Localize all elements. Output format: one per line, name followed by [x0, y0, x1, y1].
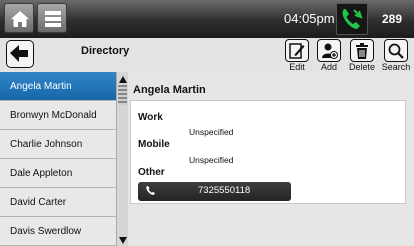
- list-item[interactable]: Charlie Johnson: [0, 130, 116, 159]
- scroll-up-icon[interactable]: [119, 76, 127, 83]
- status-bar: 04:05pm 289: [0, 0, 414, 38]
- mobile-label: Mobile: [138, 139, 170, 150]
- work-value: Unspecified: [189, 127, 234, 137]
- list-item[interactable]: Davis Swerdlow: [0, 217, 116, 246]
- trash-icon: [350, 39, 374, 62]
- phone-number: 7325550118: [198, 185, 251, 196]
- edit-icon: [285, 39, 309, 62]
- page-title: Directory: [81, 45, 130, 57]
- contact-detail-card: Work Unspecified Mobile Unspecified Othe…: [130, 100, 406, 204]
- home-button[interactable]: [4, 3, 34, 33]
- list-item[interactable]: Angela Martin: [0, 72, 116, 101]
- menu-button[interactable]: [37, 3, 67, 33]
- list-item[interactable]: Dale Appleton: [0, 159, 116, 188]
- status-count: 289: [382, 12, 403, 26]
- menu-icon: [45, 11, 61, 27]
- add-user-icon: [317, 39, 341, 62]
- contact-list: Angela Martin Bronwyn McDonald Charlie J…: [0, 72, 116, 246]
- work-label: Work: [138, 112, 163, 123]
- search-icon: [384, 39, 408, 62]
- dial-number-button[interactable]: 7325550118: [138, 182, 291, 201]
- other-label: Other: [138, 167, 165, 178]
- home-icon: [11, 11, 29, 27]
- contact-name: Angela Martin: [133, 84, 206, 96]
- mobile-value: Unspecified: [189, 155, 234, 165]
- back-arrow-icon: [10, 45, 28, 62]
- clock: 04:05pm: [284, 11, 335, 26]
- search-label: Search: [381, 62, 411, 72]
- back-button[interactable]: [6, 40, 34, 68]
- call-button[interactable]: [336, 3, 368, 35]
- list-item[interactable]: Bronwyn McDonald: [0, 101, 116, 130]
- phone-icon: [342, 9, 363, 29]
- directory-header: Directory Edit Add Delete Search: [0, 38, 414, 72]
- phone-icon: [145, 185, 156, 199]
- scroll-thumb[interactable]: [118, 85, 127, 105]
- scroll-down-icon[interactable]: [119, 237, 127, 244]
- list-scrollbar[interactable]: [116, 72, 128, 246]
- list-item[interactable]: David Carter: [0, 188, 116, 217]
- search-button[interactable]: Search: [380, 39, 412, 73]
